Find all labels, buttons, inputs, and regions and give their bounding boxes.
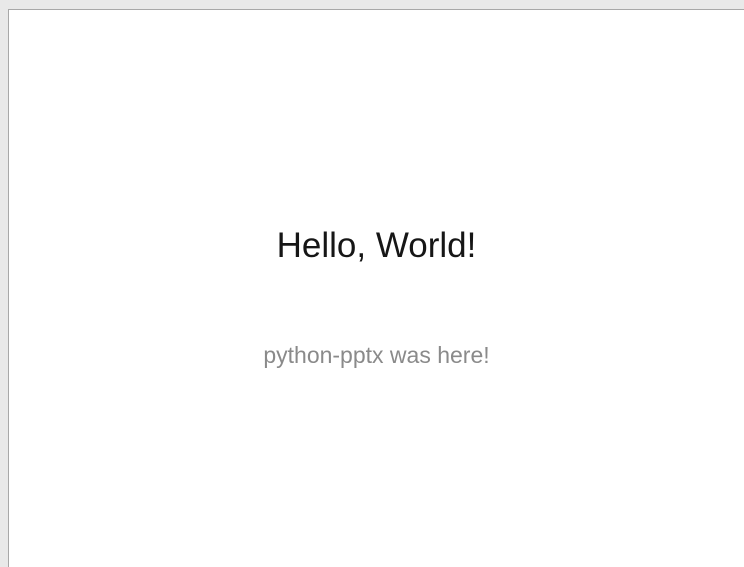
slide-title[interactable]: Hello, World! <box>9 222 744 270</box>
slide-canvas: Hello, World! python-pptx was here! <box>8 9 744 567</box>
slide-subtitle[interactable]: python-pptx was here! <box>9 340 744 370</box>
